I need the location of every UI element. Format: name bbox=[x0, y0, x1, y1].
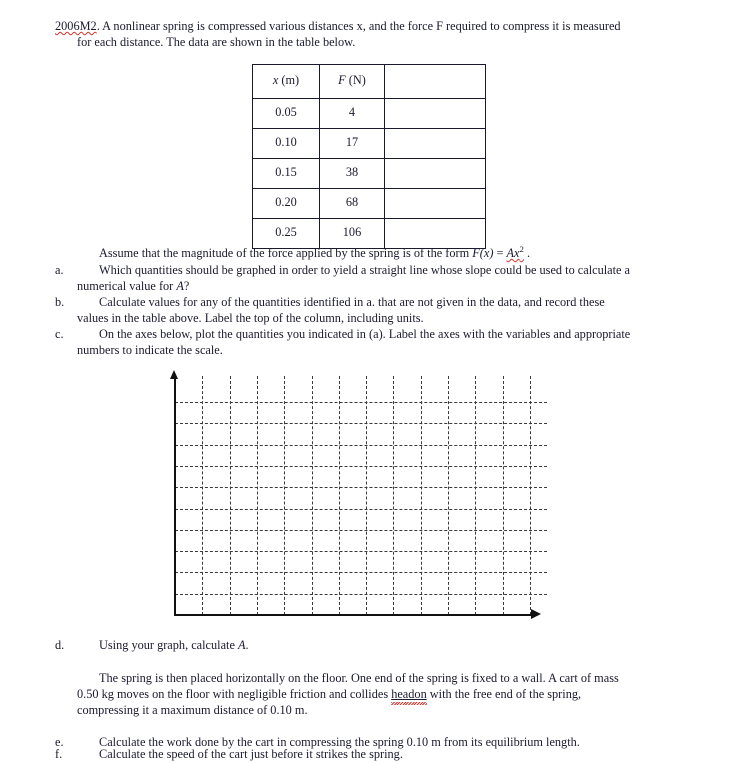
gridline-horizontal bbox=[175, 487, 547, 489]
cell-f-0: 4 bbox=[319, 98, 385, 129]
gridline-vertical bbox=[202, 376, 204, 615]
cell-blank-1[interactable] bbox=[384, 128, 486, 159]
gridline-horizontal bbox=[175, 465, 547, 467]
cell-f-3: 68 bbox=[319, 188, 385, 219]
part-b-line-2: values in the table above. Label the top… bbox=[77, 311, 424, 325]
data-table-body: 0.05 4 0.10 17 0.15 38 0.20 68 0.25 106 bbox=[252, 98, 486, 249]
y-axis bbox=[174, 376, 176, 616]
cell-blank-2[interactable] bbox=[384, 158, 486, 189]
assume-paragraph: Assume that the magnitude of the force a… bbox=[99, 244, 739, 262]
x-axis bbox=[175, 614, 535, 616]
cell-x-3: 0.20 bbox=[252, 188, 320, 219]
gridline-vertical bbox=[448, 376, 450, 615]
problem-intro-text-1: . A nonlinear spring is compressed vario… bbox=[96, 19, 621, 33]
gridline-vertical bbox=[475, 376, 477, 615]
spring-paragraph-line-1: The spring is then placed horizontally o… bbox=[99, 671, 619, 685]
gridline-horizontal bbox=[175, 508, 547, 510]
document-page: 2006M2. A nonlinear spring is compressed… bbox=[0, 0, 754, 761]
spring-paragraph-line-3: compressing it a maximum distance of 0.1… bbox=[77, 703, 308, 717]
part-d-letter: d. bbox=[55, 638, 65, 652]
formula-ax-var: Ax bbox=[506, 246, 520, 260]
formula-equals: = bbox=[493, 246, 507, 260]
gridline-horizontal bbox=[175, 444, 547, 446]
cell-x-1: 0.10 bbox=[252, 128, 320, 159]
problem-intro-line-1: 2006M2. A nonlinear spring is compressed… bbox=[55, 19, 745, 35]
gridline-vertical bbox=[393, 376, 395, 615]
spring-line-2-post: with the free end of the spring, bbox=[426, 687, 582, 701]
gridline-vertical bbox=[229, 376, 231, 615]
part-d-text-post: . bbox=[245, 638, 249, 652]
part-b-letter: b. bbox=[55, 295, 65, 309]
column-header-x-unit: (m) bbox=[278, 73, 300, 88]
data-table-header: x (m) F (N) bbox=[252, 64, 486, 99]
column-header-f-var: F bbox=[338, 73, 346, 88]
gridline-horizontal bbox=[175, 593, 547, 595]
cell-blank-0[interactable] bbox=[384, 98, 486, 129]
gridline-vertical bbox=[502, 376, 504, 615]
assume-text-after: . bbox=[523, 246, 531, 260]
table-row: 0.25 106 bbox=[252, 218, 486, 249]
part-d-text: Using your graph, calculate A. bbox=[99, 638, 739, 654]
x-axis-arrow-icon bbox=[531, 609, 541, 619]
part-f-text: Calculate the speed of the cart just bef… bbox=[99, 747, 403, 761]
part-a-letter: a. bbox=[55, 263, 64, 277]
gridline-vertical bbox=[284, 376, 286, 615]
part-c-line-1: On the axes below, plot the quantities y… bbox=[99, 327, 631, 341]
y-axis-arrow-icon bbox=[170, 370, 178, 379]
grid-lines-area bbox=[175, 376, 547, 615]
cell-x-4: 0.25 bbox=[252, 218, 320, 249]
column-header-f: F (N) bbox=[319, 64, 385, 99]
column-header-blank[interactable] bbox=[384, 64, 486, 99]
assume-text-before: Assume that the magnitude of the force a… bbox=[99, 246, 473, 260]
blank-graph-grid[interactable] bbox=[165, 368, 555, 628]
part-d-var-A: A bbox=[237, 638, 246, 652]
part-c-letter: c. bbox=[55, 327, 64, 341]
part-b-line-1: Calculate values for any of the quantiti… bbox=[99, 295, 605, 309]
gridline-vertical bbox=[366, 376, 368, 615]
problem-intro: 2006M2. A nonlinear spring is compressed… bbox=[55, 19, 745, 50]
gridline-horizontal bbox=[175, 402, 547, 403]
spring-word-headon: headon bbox=[391, 687, 427, 705]
gridline-vertical bbox=[256, 376, 258, 615]
table-row: 0.20 68 bbox=[252, 188, 486, 219]
formula-ax: Ax2 bbox=[506, 244, 524, 260]
part-c-line-2: numbers to indicate the scale. bbox=[77, 343, 223, 357]
cell-x-2: 0.15 bbox=[252, 158, 320, 189]
table-row: 0.15 38 bbox=[252, 158, 486, 189]
part-a-line-2-post: ? bbox=[183, 279, 190, 293]
formula-fx: F(x) bbox=[472, 246, 494, 260]
cell-f-4: 106 bbox=[319, 218, 385, 249]
cell-f-2: 38 bbox=[319, 158, 385, 189]
part-a-var-A: A bbox=[176, 279, 184, 293]
gridline-horizontal bbox=[175, 572, 547, 574]
gridline-vertical bbox=[420, 376, 422, 615]
spring-line-2-pre: 0.50 kg moves on the floor with negligib… bbox=[77, 687, 392, 701]
gridline-horizontal bbox=[175, 529, 547, 531]
cell-f-1: 17 bbox=[319, 128, 385, 159]
cell-blank-3[interactable] bbox=[384, 188, 486, 219]
part-d-text-pre: Using your graph, calculate bbox=[99, 638, 238, 652]
problem-id: 2006M2 bbox=[55, 19, 97, 33]
spring-paragraph-line-2: 0.50 kg moves on the floor with negligib… bbox=[77, 687, 739, 705]
table-row: 0.10 17 bbox=[252, 128, 486, 159]
data-table-container: x (m) F (N) 0.05 4 0.10 17 0.15 38 0.20 … bbox=[252, 64, 486, 249]
spring-data-table: x (m) F (N) 0.05 4 0.10 17 0.15 38 0.20 … bbox=[252, 64, 486, 249]
gridline-vertical bbox=[311, 376, 313, 615]
column-header-f-unit: (N) bbox=[345, 73, 366, 88]
gridline-horizontal bbox=[175, 423, 547, 425]
table-header-row: x (m) F (N) bbox=[252, 64, 486, 99]
problem-intro-line-2: for each distance. The data are shown in… bbox=[77, 34, 356, 49]
cell-blank-4[interactable] bbox=[384, 218, 486, 249]
part-f-letter: f. bbox=[55, 747, 63, 761]
table-row: 0.05 4 bbox=[252, 98, 486, 129]
gridline-vertical bbox=[338, 376, 340, 615]
gridline-horizontal bbox=[175, 551, 547, 553]
cell-x-0: 0.05 bbox=[252, 98, 320, 129]
part-a-line-2: numerical value for A? bbox=[77, 279, 739, 295]
column-header-x: x (m) bbox=[252, 64, 320, 99]
part-a-line-1: Which quantities should be graphed in or… bbox=[99, 263, 631, 277]
part-a-line-2-pre: numerical value for bbox=[77, 279, 177, 293]
gridline-vertical bbox=[530, 376, 531, 615]
